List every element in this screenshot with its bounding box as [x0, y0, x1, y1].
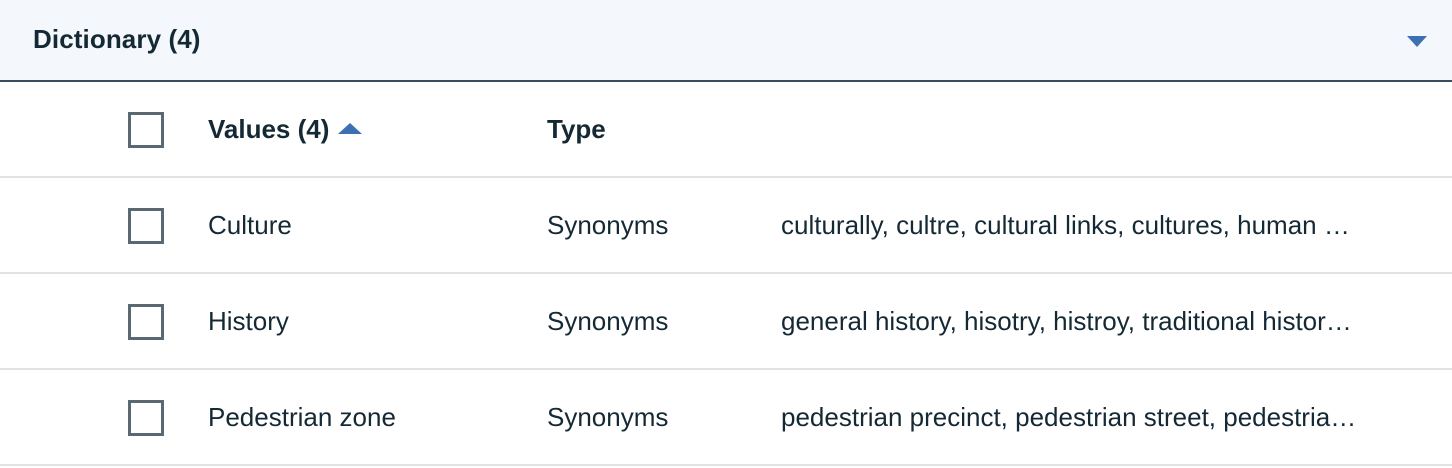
select-all-checkbox[interactable]: [128, 112, 164, 148]
row-value: Pedestrian zone: [208, 402, 396, 432]
row-synonyms: culturally, cultre, cultural links, cult…: [781, 210, 1350, 240]
row-checkbox[interactable]: [128, 304, 164, 340]
row-value: History: [208, 306, 289, 336]
row-type: Synonyms: [547, 402, 669, 432]
row-synonyms: general history, hisotry, histroy, tradi…: [781, 306, 1352, 336]
table-row[interactable]: Pedestrian zone Synonyms pedestrian prec…: [0, 370, 1452, 466]
table-header-row: Values (4) Type: [0, 82, 1452, 178]
sort-ascending-icon[interactable]: [338, 122, 363, 134]
row-type: Synonyms: [547, 306, 669, 336]
row-checkbox[interactable]: [128, 208, 164, 244]
column-header-type[interactable]: Type: [547, 82, 767, 176]
row-value: Culture: [208, 210, 292, 240]
accordion-title: Dictionary (4): [33, 24, 201, 54]
table-row[interactable]: History Synonyms general history, hisotr…: [0, 274, 1452, 370]
column-header-values-label: Values (4): [208, 114, 330, 144]
column-header-values[interactable]: Values (4): [208, 82, 528, 176]
row-checkbox[interactable]: [128, 400, 164, 436]
row-type: Synonyms: [547, 210, 669, 240]
accordion-header[interactable]: Dictionary (4): [0, 0, 1452, 82]
row-synonyms: pedestrian precinct, pedestrian street, …: [781, 402, 1357, 432]
dictionary-panel: Dictionary (4) Values (4) Type Culture S…: [0, 0, 1452, 468]
table-row[interactable]: Culture Synonyms culturally, cultre, cul…: [0, 178, 1452, 274]
chevron-down-icon[interactable]: [1407, 36, 1427, 47]
